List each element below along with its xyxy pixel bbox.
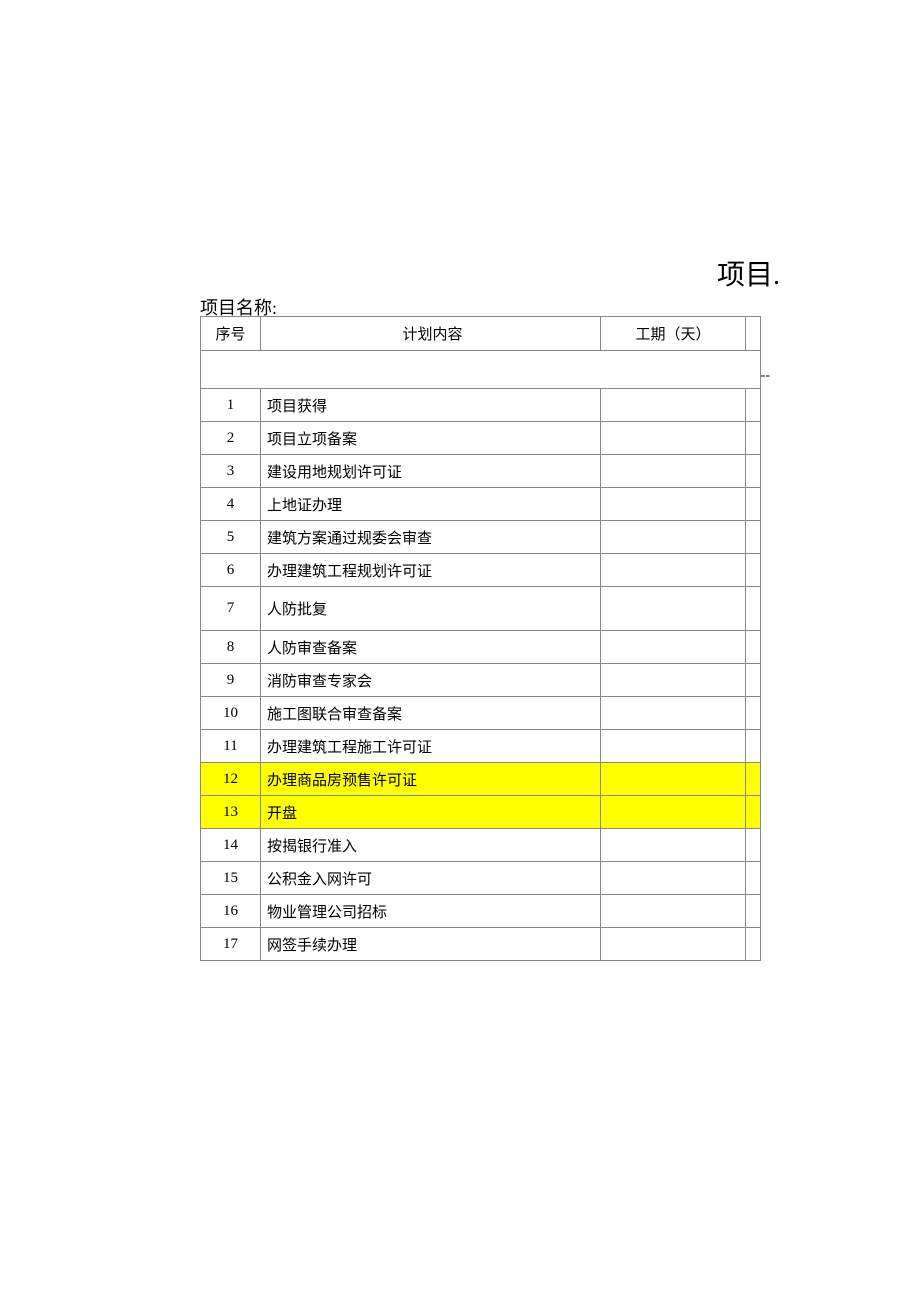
cell-num: 5 [201, 521, 261, 554]
cell-tail [746, 928, 761, 961]
table-row: 15公积金入网许可 [201, 862, 761, 895]
cell-tail [746, 455, 761, 488]
cell-content: 消防审查专家会 [261, 664, 601, 697]
header-content: 计划内容 [261, 317, 601, 351]
cell-content: 项目立项备案 [261, 422, 601, 455]
table-row: 17网签手续办理 [201, 928, 761, 961]
header-duration: 工期（天） [601, 317, 746, 351]
cell-duration [601, 389, 746, 422]
cell-num: 2 [201, 422, 261, 455]
cell-duration [601, 521, 746, 554]
cell-duration [601, 455, 746, 488]
table-row: 13开盘 [201, 796, 761, 829]
cell-duration [601, 895, 746, 928]
cell-duration [601, 631, 746, 664]
cell-content: 物业管理公司招标 [261, 895, 601, 928]
cell-duration [601, 730, 746, 763]
cell-tail [746, 862, 761, 895]
cell-content: 人防批复 [261, 587, 601, 631]
table-row: 10施工图联合审查备案 [201, 697, 761, 730]
table-row: 6办理建筑工程规划许可证 [201, 554, 761, 587]
table-row: 2项目立项备案 [201, 422, 761, 455]
table-row: 16物业管理公司招标 [201, 895, 761, 928]
spacer-row [201, 351, 761, 389]
cell-content: 办理建筑工程施工许可证 [261, 730, 601, 763]
cell-num: 13 [201, 796, 261, 829]
table-row: 11办理建筑工程施工许可证 [201, 730, 761, 763]
cell-duration [601, 862, 746, 895]
header-tail [746, 317, 761, 351]
cell-tail [746, 829, 761, 862]
cell-num: 8 [201, 631, 261, 664]
cell-duration [601, 796, 746, 829]
cell-num: 6 [201, 554, 261, 587]
table-row: 1项目获得 [201, 389, 761, 422]
cell-num: 11 [201, 730, 261, 763]
cell-duration [601, 587, 746, 631]
cell-content: 办理建筑工程规划许可证 [261, 554, 601, 587]
cell-content: 建筑方案通过规委会审查 [261, 521, 601, 554]
table-row: 3建设用地规划许可证 [201, 455, 761, 488]
cell-content: 施工图联合审查备案 [261, 697, 601, 730]
cell-num: 16 [201, 895, 261, 928]
cell-content: 网签手续办理 [261, 928, 601, 961]
cell-duration [601, 763, 746, 796]
cell-num: 14 [201, 829, 261, 862]
table-row: 12办理商品房预售许可证 [201, 763, 761, 796]
table-row: 7人防批复 [201, 587, 761, 631]
cell-num: 4 [201, 488, 261, 521]
table-row: 5建筑方案通过规委会审查 [201, 521, 761, 554]
cell-tail [746, 697, 761, 730]
plan-table: 序号 计划内容 工期（天） 1项目获得2项目立项备案3建设用地规划许可证4上地证… [200, 316, 761, 961]
cell-duration [601, 928, 746, 961]
cell-num: 9 [201, 664, 261, 697]
cell-tail [746, 389, 761, 422]
cell-tail [746, 664, 761, 697]
cell-tail [746, 521, 761, 554]
page-title: 项目. [717, 253, 780, 293]
table-row: 4上地证办理 [201, 488, 761, 521]
table-row: 8人防审查备案 [201, 631, 761, 664]
cell-tail [746, 587, 761, 631]
cell-tail [746, 763, 761, 796]
cell-content: 项目获得 [261, 389, 601, 422]
cell-num: 3 [201, 455, 261, 488]
cell-num: 1 [201, 389, 261, 422]
cell-tail [746, 796, 761, 829]
cell-num: 10 [201, 697, 261, 730]
table-row: 14按揭银行准入 [201, 829, 761, 862]
cell-duration [601, 488, 746, 521]
cell-duration [601, 829, 746, 862]
cell-tail [746, 488, 761, 521]
cell-content: 人防审查备案 [261, 631, 601, 664]
cell-tail [746, 730, 761, 763]
table-body: 1项目获得2项目立项备案3建设用地规划许可证4上地证办理5建筑方案通过规委会审查… [201, 351, 761, 961]
cell-content: 公积金入网许可 [261, 862, 601, 895]
dash-mark: -- [761, 368, 770, 384]
cell-tail [746, 422, 761, 455]
cell-tail [746, 631, 761, 664]
header-num: 序号 [201, 317, 261, 351]
cell-content: 按揭银行准入 [261, 829, 601, 862]
plan-table-container: 序号 计划内容 工期（天） 1项目获得2项目立项备案3建设用地规划许可证4上地证… [200, 316, 760, 961]
header-row: 序号 计划内容 工期（天） [201, 317, 761, 351]
cell-duration [601, 554, 746, 587]
cell-tail [746, 554, 761, 587]
cell-num: 15 [201, 862, 261, 895]
table-row: 9消防审查专家会 [201, 664, 761, 697]
cell-num: 7 [201, 587, 261, 631]
cell-duration [601, 664, 746, 697]
cell-num: 17 [201, 928, 261, 961]
cell-content: 办理商品房预售许可证 [261, 763, 601, 796]
cell-content: 建设用地规划许可证 [261, 455, 601, 488]
cell-duration [601, 422, 746, 455]
cell-content: 开盘 [261, 796, 601, 829]
cell-num: 12 [201, 763, 261, 796]
cell-duration [601, 697, 746, 730]
cell-content: 上地证办理 [261, 488, 601, 521]
cell-tail [746, 895, 761, 928]
